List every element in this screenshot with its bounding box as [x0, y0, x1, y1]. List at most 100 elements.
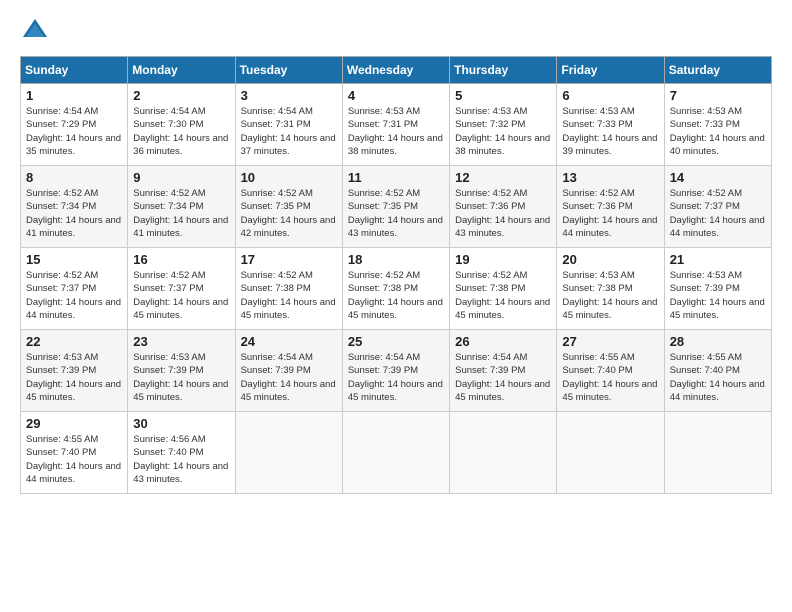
- day-number: 4: [348, 88, 444, 103]
- day-number: 25: [348, 334, 444, 349]
- calendar-day-cell: 6 Sunrise: 4:53 AM Sunset: 7:33 PM Dayli…: [557, 84, 664, 166]
- day-number: 27: [562, 334, 658, 349]
- calendar-day-cell: 23 Sunrise: 4:53 AM Sunset: 7:39 PM Dayl…: [128, 330, 235, 412]
- calendar-day-cell: 30 Sunrise: 4:56 AM Sunset: 7:40 PM Dayl…: [128, 412, 235, 494]
- calendar-header-cell: Friday: [557, 57, 664, 84]
- calendar-day-cell: 8 Sunrise: 4:52 AM Sunset: 7:34 PM Dayli…: [21, 166, 128, 248]
- cell-text: Sunrise: 4:54 AM Sunset: 7:39 PM Dayligh…: [348, 351, 444, 404]
- calendar-body: 1 Sunrise: 4:54 AM Sunset: 7:29 PM Dayli…: [21, 84, 772, 494]
- page: SundayMondayTuesdayWednesdayThursdayFrid…: [0, 0, 792, 612]
- day-number: 5: [455, 88, 551, 103]
- cell-text: Sunrise: 4:52 AM Sunset: 7:37 PM Dayligh…: [26, 269, 122, 322]
- day-number: 26: [455, 334, 551, 349]
- day-number: 12: [455, 170, 551, 185]
- day-number: 21: [670, 252, 766, 267]
- cell-text: Sunrise: 4:52 AM Sunset: 7:34 PM Dayligh…: [26, 187, 122, 240]
- cell-text: Sunrise: 4:54 AM Sunset: 7:29 PM Dayligh…: [26, 105, 122, 158]
- calendar-header-cell: Monday: [128, 57, 235, 84]
- day-number: 15: [26, 252, 122, 267]
- cell-text: Sunrise: 4:55 AM Sunset: 7:40 PM Dayligh…: [26, 433, 122, 486]
- day-number: 2: [133, 88, 229, 103]
- day-number: 20: [562, 252, 658, 267]
- cell-text: Sunrise: 4:53 AM Sunset: 7:39 PM Dayligh…: [26, 351, 122, 404]
- calendar-day-cell: 2 Sunrise: 4:54 AM Sunset: 7:30 PM Dayli…: [128, 84, 235, 166]
- calendar-header-row: SundayMondayTuesdayWednesdayThursdayFrid…: [21, 57, 772, 84]
- header: [20, 16, 772, 46]
- cell-text: Sunrise: 4:55 AM Sunset: 7:40 PM Dayligh…: [562, 351, 658, 404]
- calendar-day-cell: 26 Sunrise: 4:54 AM Sunset: 7:39 PM Dayl…: [450, 330, 557, 412]
- calendar-day-cell: 9 Sunrise: 4:52 AM Sunset: 7:34 PM Dayli…: [128, 166, 235, 248]
- logo-icon: [20, 16, 50, 46]
- calendar-week-row: 29 Sunrise: 4:55 AM Sunset: 7:40 PM Dayl…: [21, 412, 772, 494]
- cell-text: Sunrise: 4:54 AM Sunset: 7:39 PM Dayligh…: [241, 351, 337, 404]
- calendar-day-cell: 17 Sunrise: 4:52 AM Sunset: 7:38 PM Dayl…: [235, 248, 342, 330]
- calendar-day-cell: 5 Sunrise: 4:53 AM Sunset: 7:32 PM Dayli…: [450, 84, 557, 166]
- calendar-day-cell: 13 Sunrise: 4:52 AM Sunset: 7:36 PM Dayl…: [557, 166, 664, 248]
- cell-text: Sunrise: 4:52 AM Sunset: 7:35 PM Dayligh…: [241, 187, 337, 240]
- calendar-day-cell: [235, 412, 342, 494]
- cell-text: Sunrise: 4:53 AM Sunset: 7:32 PM Dayligh…: [455, 105, 551, 158]
- day-number: 18: [348, 252, 444, 267]
- calendar-header-cell: Saturday: [664, 57, 771, 84]
- cell-text: Sunrise: 4:54 AM Sunset: 7:30 PM Dayligh…: [133, 105, 229, 158]
- calendar-day-cell: [557, 412, 664, 494]
- cell-text: Sunrise: 4:53 AM Sunset: 7:33 PM Dayligh…: [670, 105, 766, 158]
- calendar-week-row: 8 Sunrise: 4:52 AM Sunset: 7:34 PM Dayli…: [21, 166, 772, 248]
- calendar-day-cell: 7 Sunrise: 4:53 AM Sunset: 7:33 PM Dayli…: [664, 84, 771, 166]
- day-number: 17: [241, 252, 337, 267]
- day-number: 9: [133, 170, 229, 185]
- cell-text: Sunrise: 4:52 AM Sunset: 7:35 PM Dayligh…: [348, 187, 444, 240]
- cell-text: Sunrise: 4:52 AM Sunset: 7:37 PM Dayligh…: [133, 269, 229, 322]
- day-number: 10: [241, 170, 337, 185]
- calendar-day-cell: 27 Sunrise: 4:55 AM Sunset: 7:40 PM Dayl…: [557, 330, 664, 412]
- calendar-day-cell: 21 Sunrise: 4:53 AM Sunset: 7:39 PM Dayl…: [664, 248, 771, 330]
- calendar-day-cell: 28 Sunrise: 4:55 AM Sunset: 7:40 PM Dayl…: [664, 330, 771, 412]
- calendar-table: SundayMondayTuesdayWednesdayThursdayFrid…: [20, 56, 772, 494]
- day-number: 7: [670, 88, 766, 103]
- calendar-header-cell: Thursday: [450, 57, 557, 84]
- cell-text: Sunrise: 4:55 AM Sunset: 7:40 PM Dayligh…: [670, 351, 766, 404]
- day-number: 19: [455, 252, 551, 267]
- day-number: 29: [26, 416, 122, 431]
- calendar-header-cell: Wednesday: [342, 57, 449, 84]
- calendar-day-cell: 25 Sunrise: 4:54 AM Sunset: 7:39 PM Dayl…: [342, 330, 449, 412]
- day-number: 30: [133, 416, 229, 431]
- cell-text: Sunrise: 4:53 AM Sunset: 7:33 PM Dayligh…: [562, 105, 658, 158]
- calendar-day-cell: 18 Sunrise: 4:52 AM Sunset: 7:38 PM Dayl…: [342, 248, 449, 330]
- calendar-week-row: 15 Sunrise: 4:52 AM Sunset: 7:37 PM Dayl…: [21, 248, 772, 330]
- calendar-day-cell: 10 Sunrise: 4:52 AM Sunset: 7:35 PM Dayl…: [235, 166, 342, 248]
- logo: [20, 16, 54, 46]
- cell-text: Sunrise: 4:54 AM Sunset: 7:39 PM Dayligh…: [455, 351, 551, 404]
- calendar-day-cell: [450, 412, 557, 494]
- day-number: 1: [26, 88, 122, 103]
- cell-text: Sunrise: 4:53 AM Sunset: 7:39 PM Dayligh…: [670, 269, 766, 322]
- calendar-day-cell: 15 Sunrise: 4:52 AM Sunset: 7:37 PM Dayl…: [21, 248, 128, 330]
- cell-text: Sunrise: 4:53 AM Sunset: 7:31 PM Dayligh…: [348, 105, 444, 158]
- day-number: 8: [26, 170, 122, 185]
- calendar-day-cell: 1 Sunrise: 4:54 AM Sunset: 7:29 PM Dayli…: [21, 84, 128, 166]
- calendar-day-cell: [342, 412, 449, 494]
- calendar-day-cell: 3 Sunrise: 4:54 AM Sunset: 7:31 PM Dayli…: [235, 84, 342, 166]
- day-number: 22: [26, 334, 122, 349]
- cell-text: Sunrise: 4:54 AM Sunset: 7:31 PM Dayligh…: [241, 105, 337, 158]
- cell-text: Sunrise: 4:52 AM Sunset: 7:38 PM Dayligh…: [241, 269, 337, 322]
- day-number: 6: [562, 88, 658, 103]
- cell-text: Sunrise: 4:53 AM Sunset: 7:38 PM Dayligh…: [562, 269, 658, 322]
- cell-text: Sunrise: 4:52 AM Sunset: 7:36 PM Dayligh…: [562, 187, 658, 240]
- calendar-day-cell: 22 Sunrise: 4:53 AM Sunset: 7:39 PM Dayl…: [21, 330, 128, 412]
- cell-text: Sunrise: 4:53 AM Sunset: 7:39 PM Dayligh…: [133, 351, 229, 404]
- cell-text: Sunrise: 4:52 AM Sunset: 7:37 PM Dayligh…: [670, 187, 766, 240]
- cell-text: Sunrise: 4:56 AM Sunset: 7:40 PM Dayligh…: [133, 433, 229, 486]
- day-number: 16: [133, 252, 229, 267]
- calendar-day-cell: 16 Sunrise: 4:52 AM Sunset: 7:37 PM Dayl…: [128, 248, 235, 330]
- day-number: 14: [670, 170, 766, 185]
- calendar-day-cell: 20 Sunrise: 4:53 AM Sunset: 7:38 PM Dayl…: [557, 248, 664, 330]
- day-number: 23: [133, 334, 229, 349]
- calendar-day-cell: [664, 412, 771, 494]
- day-number: 13: [562, 170, 658, 185]
- cell-text: Sunrise: 4:52 AM Sunset: 7:38 PM Dayligh…: [455, 269, 551, 322]
- day-number: 28: [670, 334, 766, 349]
- cell-text: Sunrise: 4:52 AM Sunset: 7:34 PM Dayligh…: [133, 187, 229, 240]
- calendar-header-cell: Tuesday: [235, 57, 342, 84]
- calendar-day-cell: 29 Sunrise: 4:55 AM Sunset: 7:40 PM Dayl…: [21, 412, 128, 494]
